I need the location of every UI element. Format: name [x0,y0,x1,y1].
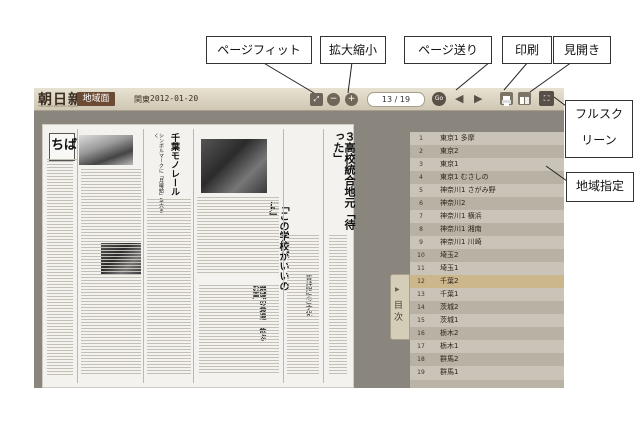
callout-fullscreen-line2: リーン [581,133,617,147]
callout-fullscreen: フルスク リーン [565,100,633,158]
callout-region-select: 地域指定 [566,172,634,202]
callout-zoom: 拡大縮小 [320,36,386,64]
leader-page-turn [455,61,491,91]
callout-fullscreen-line1: フルスク [574,107,623,121]
leader-print [503,61,529,91]
callout-page-fit: ページフィット [206,36,312,64]
callout-spread: 見開き [553,36,611,64]
leader-spread [529,61,573,93]
leader-zoom [347,61,353,94]
leader-page-fit [261,61,315,94]
callout-print: 印刷 [502,36,552,64]
callout-page-turn: ページ送り [404,36,492,64]
